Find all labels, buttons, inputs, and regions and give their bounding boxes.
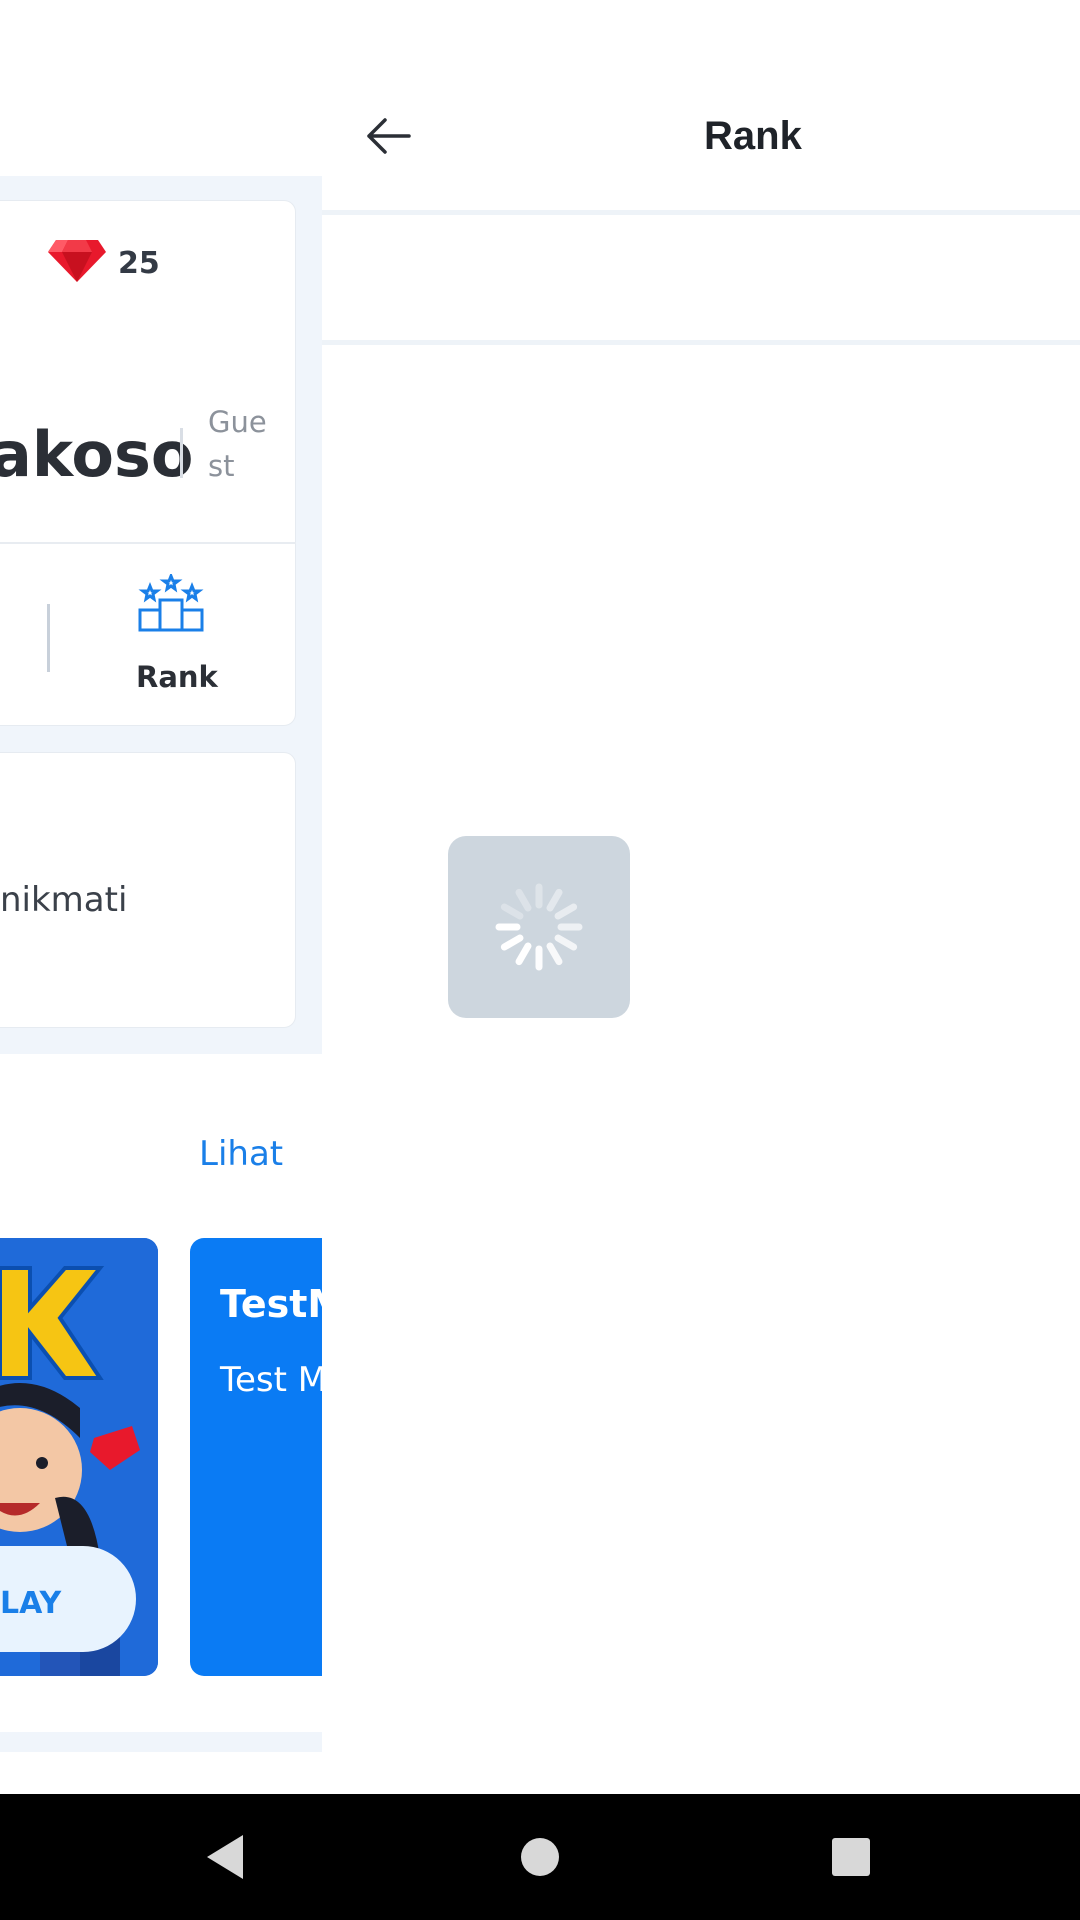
- loading-spinner-icon: [495, 883, 583, 971]
- circle-home-icon: [521, 1838, 559, 1876]
- rank-menu-label: Rank: [136, 660, 218, 694]
- background-bottom-strip: [0, 1732, 322, 1752]
- background-screen: 25 akoso Guest Rank nikmati Lihat Test T…: [0, 0, 322, 1794]
- app-bar: Rank: [322, 0, 1080, 210]
- user-name: akoso: [0, 418, 194, 491]
- name-divider: [180, 428, 183, 478]
- square-recents-icon: [832, 1838, 870, 1876]
- loading-indicator: [448, 836, 630, 1018]
- test-tile-title: TestM: [220, 1282, 322, 1326]
- see-all-link[interactable]: Lihat: [199, 1134, 283, 1174]
- rank-page: Rank: [322, 0, 1080, 1794]
- nav-back-button[interactable]: [162, 1794, 288, 1920]
- play-button-label: LAY: [0, 1586, 62, 1621]
- rank-filter-area: [322, 215, 1080, 340]
- nav-home-button[interactable]: [477, 1794, 603, 1920]
- arrow-left-icon: [367, 118, 411, 154]
- info-card-text: nikmati: [0, 880, 128, 920]
- system-navigation-bar: [0, 1794, 1080, 1920]
- test-tile[interactable]: TestM Test M: [190, 1238, 322, 1676]
- back-button[interactable]: [352, 104, 424, 168]
- nav-recents-button[interactable]: [788, 1794, 914, 1920]
- page-title: Rank: [704, 114, 802, 158]
- filter-divider: [322, 340, 1080, 345]
- user-role: Guest: [208, 405, 267, 483]
- gem-icon: [48, 240, 106, 282]
- test-tile-subtitle: Test M: [220, 1360, 322, 1400]
- background-top-bar: [0, 0, 322, 176]
- card-separator: [0, 542, 296, 544]
- vertical-divider: [47, 604, 50, 672]
- gem-count: 25: [118, 246, 160, 281]
- podium-stars-icon: [138, 574, 204, 632]
- triangle-back-icon: [207, 1835, 243, 1879]
